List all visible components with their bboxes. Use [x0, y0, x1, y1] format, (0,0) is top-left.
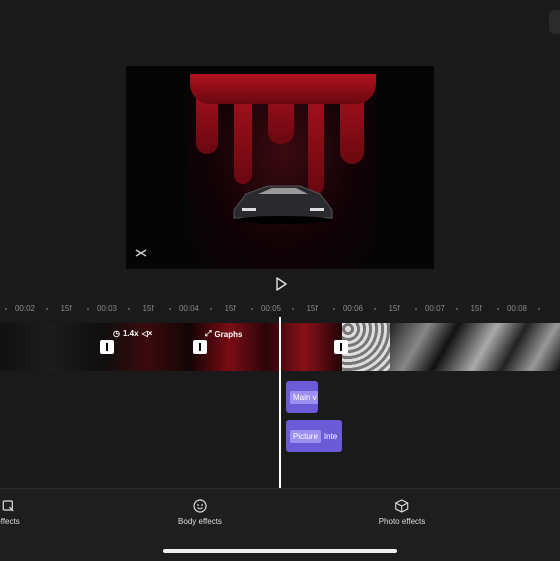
effects-button[interactable]: effects [0, 499, 20, 526]
ruler-tick-label: 15f [470, 304, 482, 313]
ruler-dot [291, 308, 294, 310]
transition-marker[interactable] [193, 340, 207, 354]
body-effects-button[interactable]: Body effects [178, 499, 222, 526]
body-effects-icon [193, 499, 207, 513]
clip-thumbnail [390, 323, 560, 371]
ruler-tick-label: 00:05 [260, 304, 282, 313]
ruler-tick-label: 00:06 [342, 304, 364, 313]
preview-artwork [190, 74, 376, 269]
ruler-dot [45, 308, 48, 310]
playhead[interactable] [279, 317, 281, 490]
ruler-tick-label: 15f [60, 304, 72, 313]
ruler-dot [373, 308, 376, 310]
body-effects-label: Body effects [178, 517, 222, 526]
ruler-tick-label: 15f [306, 304, 318, 313]
photo-effects-label: Photo effects [378, 517, 426, 526]
timeline-ruler[interactable]: 00:02 15f 00:03 15f 00:04 15f 00:05 15f 00:06 15f… [0, 298, 560, 318]
main-clip-label: Main v [290, 390, 318, 404]
ruler-dot [537, 308, 540, 310]
ruler-tick-label: 15f [224, 304, 236, 313]
picture-in-picture-clip[interactable]: Picture Inte [286, 420, 342, 452]
effects-icon [2, 500, 14, 512]
ruler-tick-label: 15f [142, 304, 154, 313]
ruler-tick-label: 00:02 [14, 304, 36, 313]
ruler-dot [86, 308, 89, 310]
graphs-badge: ⤢ Graphs [205, 329, 242, 339]
speed-label: 1.4x [122, 329, 139, 338]
ruler-tick-label: 00:03 [96, 304, 118, 313]
video-preview[interactable] [126, 66, 434, 269]
mute-icon: ◁× [141, 329, 153, 338]
graphs-label: Graphs [214, 329, 243, 339]
ruler-dot [127, 308, 130, 310]
photo-effects-icon [395, 499, 409, 513]
ruler-dot [209, 308, 212, 310]
speed-icon: ◷ [113, 329, 120, 338]
ruler-tick-label: 00:04 [178, 304, 200, 313]
ruler-tick-label: 15f [388, 304, 400, 313]
play-icon[interactable] [273, 276, 289, 292]
ruler-dot [5, 308, 7, 310]
home-indicator[interactable] [163, 549, 397, 553]
capcut-logo-icon [135, 249, 147, 257]
ruler-tick-label: 00:07 [424, 304, 446, 313]
car-image [233, 185, 333, 224]
corner-panel-handle[interactable] [549, 10, 560, 34]
main-video-clip[interactable]: Main v [286, 381, 318, 413]
ruler-dot [332, 308, 335, 310]
clip-thumbnail [0, 323, 102, 371]
ruler-dot [455, 308, 458, 310]
clip-thumbnail [342, 323, 390, 371]
ruler-dot [168, 308, 171, 310]
photo-effects-button[interactable]: Photo effects [378, 499, 426, 526]
ruler-dot [250, 308, 253, 310]
ruler-tick-label: 00:08 [506, 304, 528, 313]
picture-clip-label: Picture [290, 429, 321, 443]
graphs-icon: ⤢ [205, 329, 212, 338]
ruler-dot [414, 308, 417, 310]
transition-marker[interactable] [100, 340, 114, 354]
ruler-dot [496, 308, 499, 310]
transition-marker[interactable] [334, 340, 348, 354]
speed-badge: ◷ 1.4x ◁× [113, 329, 152, 338]
effects-label: effects [0, 517, 20, 526]
picture-clip-text: Inte [323, 431, 338, 441]
